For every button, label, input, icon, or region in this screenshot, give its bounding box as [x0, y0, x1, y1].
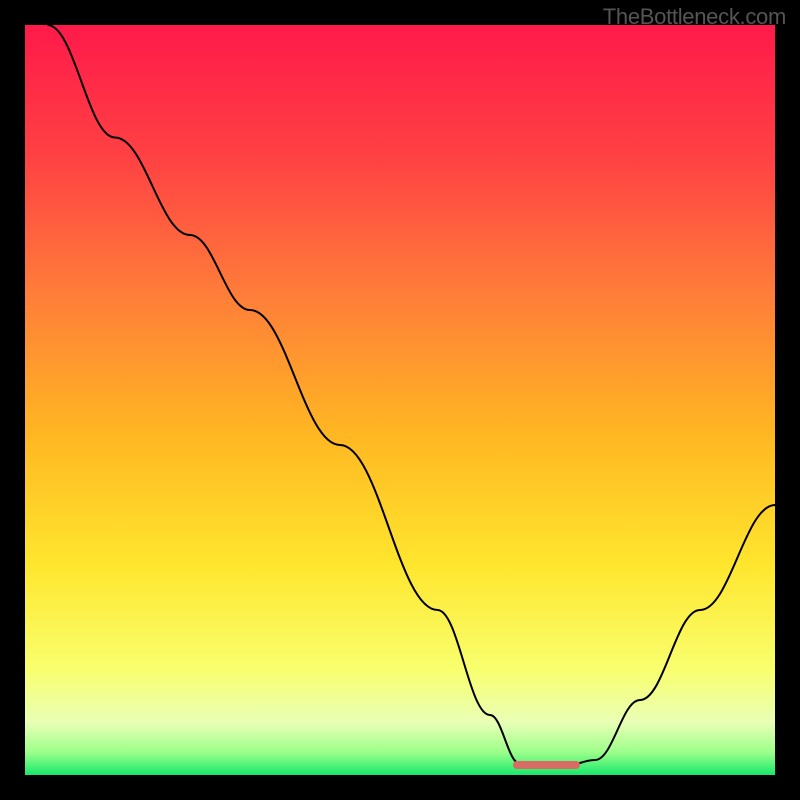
optimal-range-marker [513, 761, 581, 769]
watermark-text: TheBottleneck.com [603, 4, 786, 30]
bottleneck-curve [25, 25, 775, 775]
chart-frame [25, 25, 775, 775]
plot-area [25, 25, 775, 775]
